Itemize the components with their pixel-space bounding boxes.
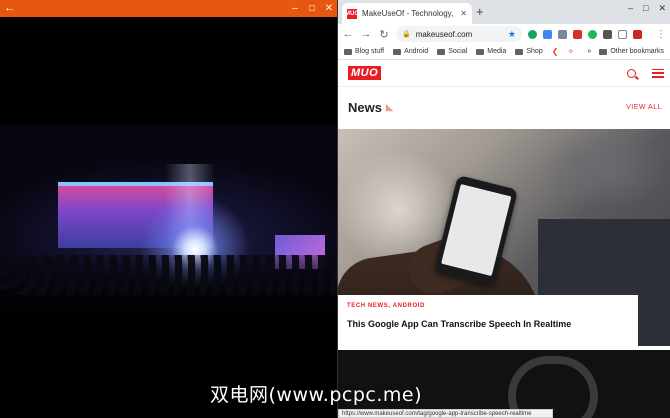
crowd-heads bbox=[0, 255, 337, 295]
minimize-icon[interactable]: – bbox=[290, 0, 300, 17]
back-arrow-icon[interactable]: ← bbox=[4, 0, 15, 17]
concert-video-frame[interactable] bbox=[0, 124, 337, 315]
article-area: TECH NEWS, ANDROID This Google App Can T… bbox=[337, 0, 670, 418]
maximize-icon[interactable]: □ bbox=[307, 0, 317, 17]
background-person bbox=[538, 129, 668, 209]
video-window-titlebar: ← – □ ✕ bbox=[0, 0, 337, 17]
video-player-window: ← – □ ✕ bbox=[0, 0, 337, 418]
close-icon[interactable]: ✕ bbox=[324, 0, 334, 17]
window-controls: – □ ✕ bbox=[290, 0, 334, 17]
featured-article-card[interactable]: TECH NEWS, ANDROID This Google App Can T… bbox=[338, 295, 638, 347]
article-tags[interactable]: TECH NEWS, ANDROID bbox=[347, 303, 638, 309]
desktop: ← – □ ✕ MUO MakeUseOf - Technology, Simp… bbox=[0, 0, 670, 418]
article-title[interactable]: This Google App Can Transcribe Speech In… bbox=[347, 319, 638, 329]
watermark-text: 双电网(www.pcpc.me) bbox=[210, 384, 422, 406]
link-status-bar: https://www.makeuseof.com/tag/google-app… bbox=[338, 409, 553, 418]
